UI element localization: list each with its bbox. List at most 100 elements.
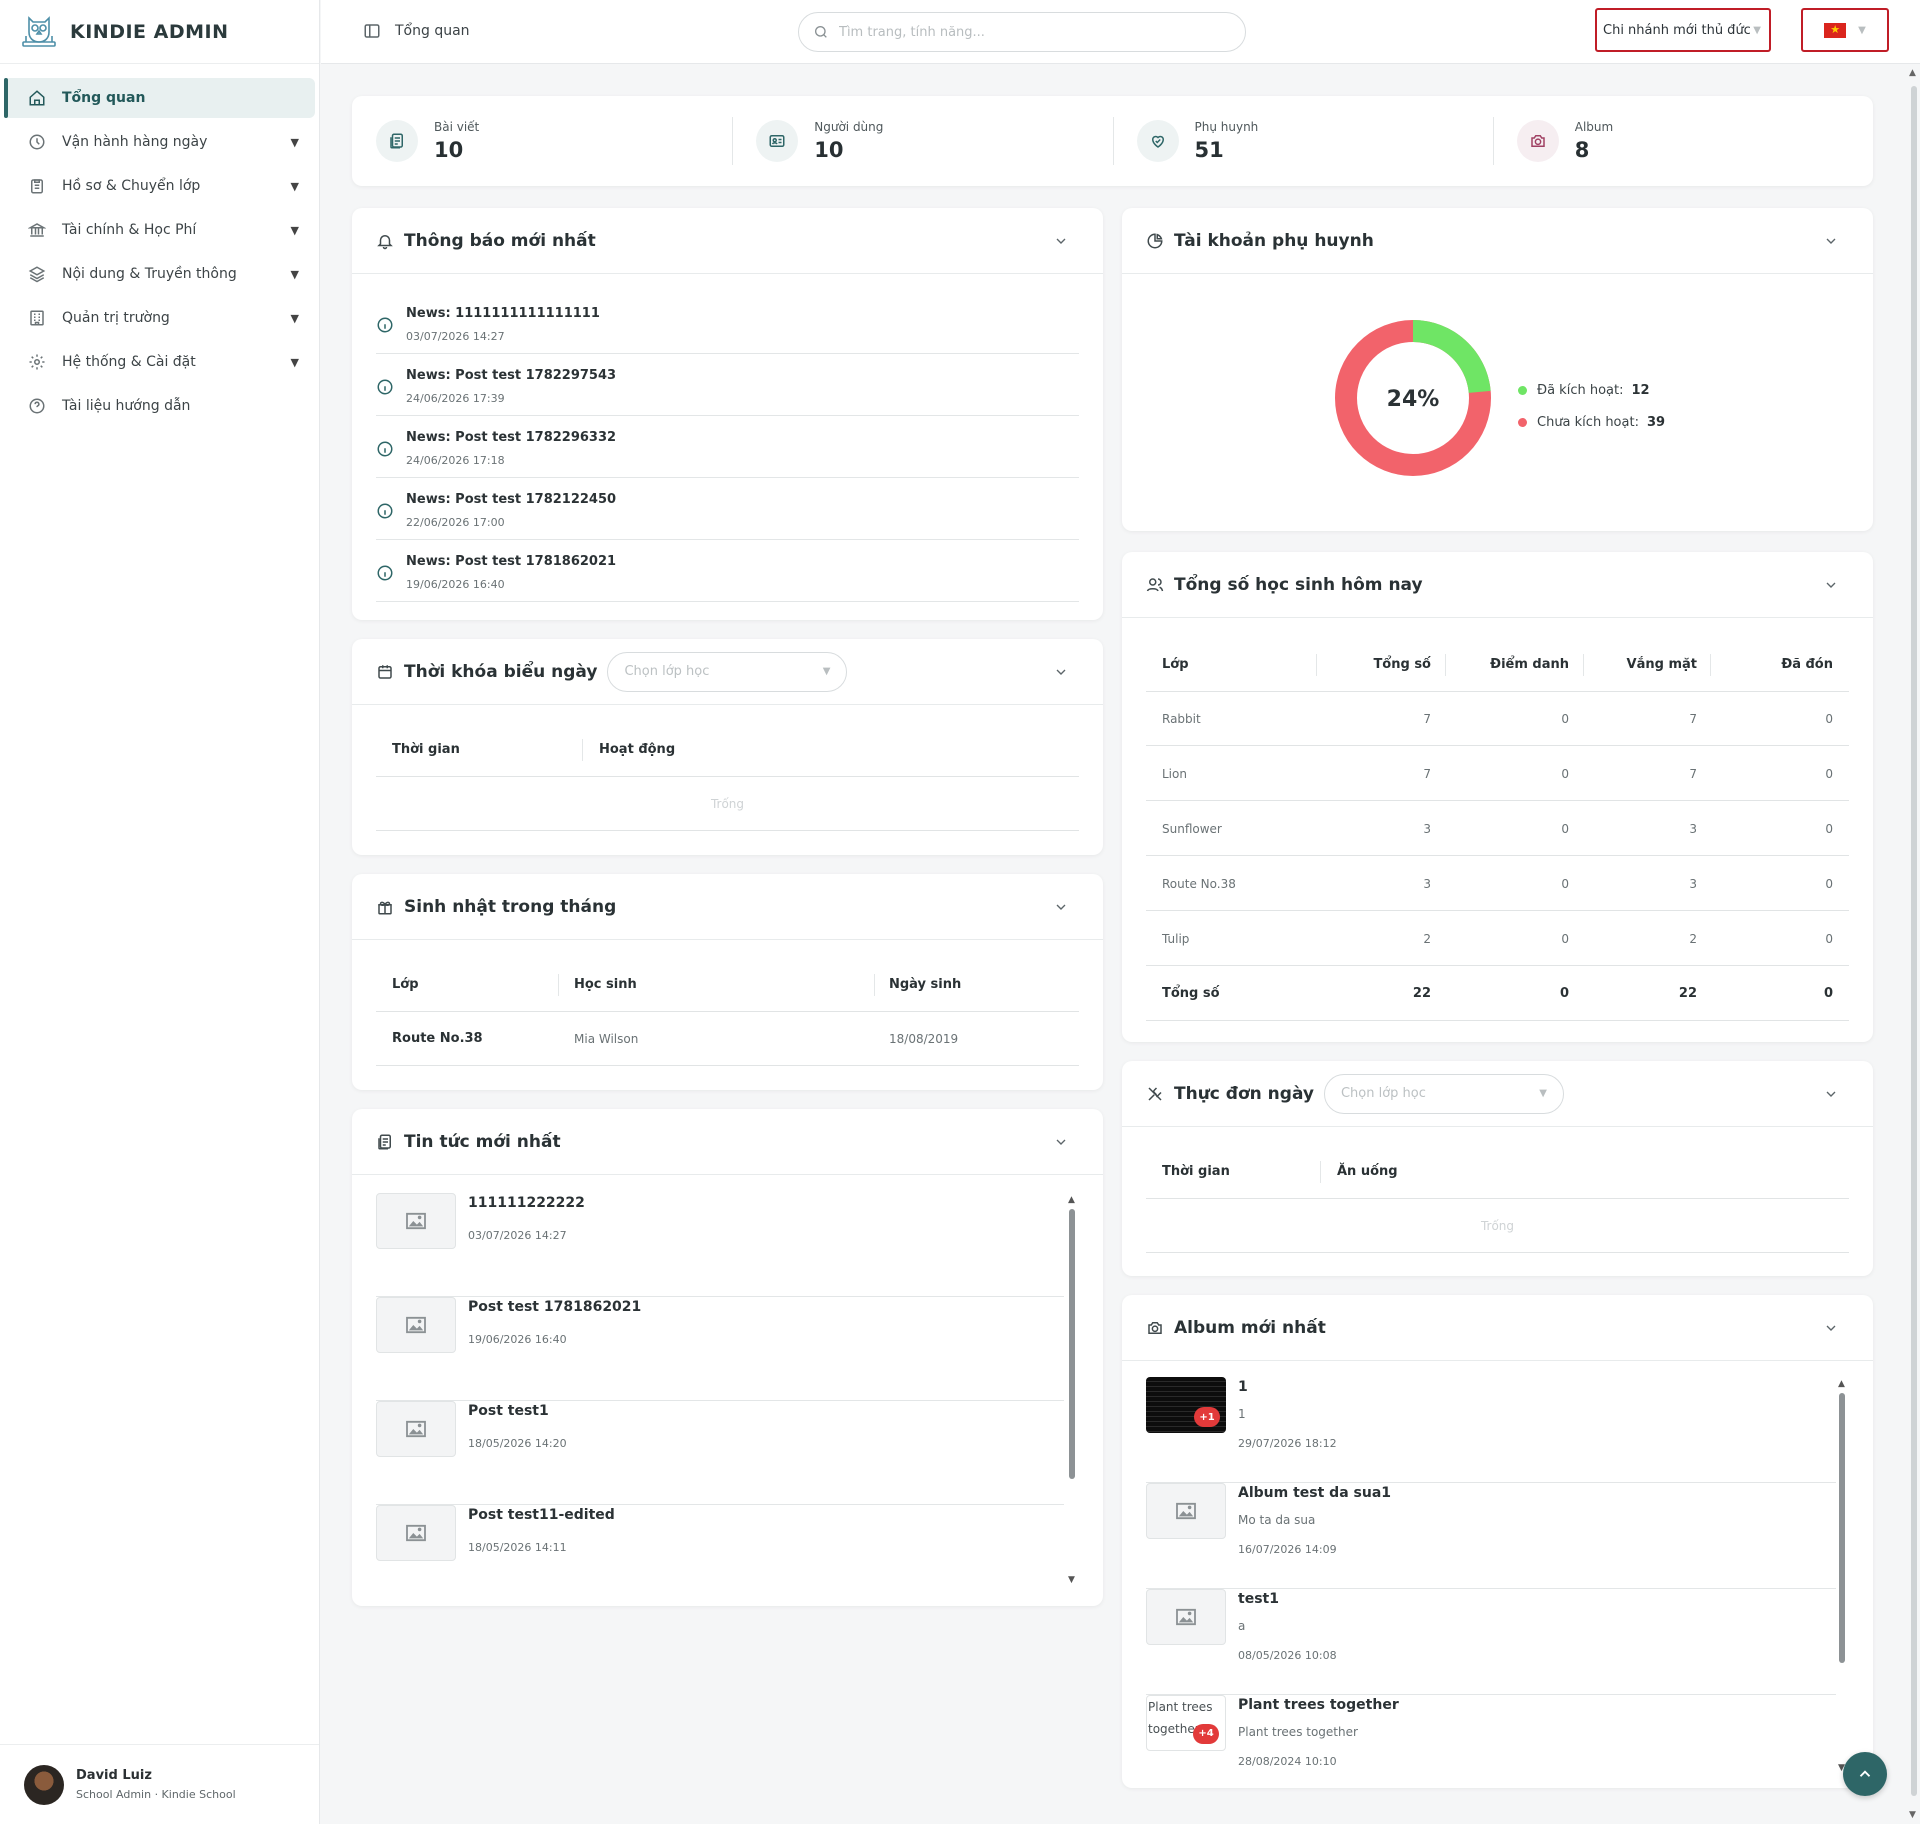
news-item[interactable]: Post test11-edited 18/05/2026 14:11 bbox=[376, 1505, 1064, 1609]
table-row[interactable]: Tulip 2 0 2 0 bbox=[1146, 912, 1849, 966]
stat-label: Bài viết bbox=[434, 120, 480, 134]
absent-cell: 2 bbox=[1689, 932, 1697, 946]
picked-up-cell: 0 bbox=[1825, 932, 1833, 946]
news-title: Post test11-edited bbox=[468, 1507, 615, 1523]
collapse-chevron-icon[interactable] bbox=[1053, 664, 1069, 680]
legend-activated[interactable]: Đã kích hoạt: 12 bbox=[1518, 374, 1665, 406]
stat-value: 51 bbox=[1194, 138, 1224, 162]
notice-item[interactable]: News: Post test 1781862021 19/06/2026 16… bbox=[376, 540, 1079, 602]
collapse-chevron-icon[interactable] bbox=[1053, 233, 1069, 249]
news-date: 19/06/2026 16:40 bbox=[468, 1333, 567, 1346]
sidebar-item-docs[interactable]: Tài liệu hướng dẫn bbox=[4, 386, 315, 426]
news-item[interactable]: 111111222222 03/07/2026 14:27 bbox=[376, 1193, 1064, 1297]
sidebar-item-settings[interactable]: Hệ thống & Cài đặt ▼ bbox=[4, 342, 315, 382]
album-item[interactable]: Plant trees together +4 Plant trees toge… bbox=[1146, 1695, 1836, 1801]
table-row[interactable]: Rabbit 7 0 7 0 bbox=[1146, 692, 1849, 746]
album-description: 1 bbox=[1238, 1407, 1246, 1421]
notice-item[interactable]: News: Post test 1782122450 22/06/2026 17… bbox=[376, 478, 1079, 540]
back-to-top-button[interactable] bbox=[1843, 1752, 1887, 1796]
table-row[interactable]: Lion 7 0 7 0 bbox=[1146, 747, 1849, 801]
language-select[interactable]: ▼ bbox=[1801, 8, 1889, 52]
sidebar-item-content[interactable]: Nội dung & Truyền thông ▼ bbox=[4, 254, 315, 294]
scroll-down-icon[interactable]: ▼ bbox=[1068, 1575, 1075, 1585]
search-box[interactable] bbox=[798, 12, 1246, 52]
collapse-chevron-icon[interactable] bbox=[1823, 1320, 1839, 1336]
utensils-icon bbox=[1146, 1085, 1164, 1103]
image-placeholder-icon bbox=[376, 1505, 456, 1561]
stat-articles[interactable]: Bài viết 10 bbox=[352, 115, 732, 167]
scroll-up-icon[interactable]: ▲ bbox=[1838, 1379, 1845, 1389]
collapse-chevron-icon[interactable] bbox=[1823, 577, 1839, 593]
stat-albums[interactable]: Album 8 bbox=[1492, 115, 1873, 167]
notice-item[interactable]: News: Post test 1782297543 24/06/2026 17… bbox=[376, 354, 1079, 416]
chevron-down-icon: ▼ bbox=[290, 355, 299, 369]
home-icon bbox=[28, 89, 46, 107]
scrollbar-thumb[interactable] bbox=[1069, 1209, 1075, 1479]
notice-item[interactable]: News: 1111111111111111 03/07/2026 14:27 bbox=[376, 292, 1079, 354]
album-item[interactable]: test1 a 08/05/2026 10:08 bbox=[1146, 1589, 1836, 1695]
notice-item[interactable]: News: Post test 1782296332 24/06/2026 17… bbox=[376, 416, 1079, 478]
card-header: Tài khoản phụ huynh bbox=[1122, 208, 1873, 274]
news-item[interactable]: Post test1 18/05/2026 14:20 bbox=[376, 1401, 1064, 1505]
gear-icon bbox=[28, 353, 46, 371]
collapse-chevron-icon[interactable] bbox=[1053, 899, 1069, 915]
page-scrollbar[interactable]: ▲ ▼ bbox=[1908, 64, 1920, 1824]
stats-bar: Bài viết 10 Người dùng 10 Phụ huynh 51 Albu… bbox=[352, 96, 1873, 186]
class-select[interactable]: Chọn lớp học ▼ bbox=[607, 651, 848, 692]
stat-label: Người dùng bbox=[814, 120, 884, 134]
chevron-down-icon: ▼ bbox=[290, 311, 299, 325]
collapse-chevron-icon[interactable] bbox=[1823, 233, 1839, 249]
scroll-down-icon[interactable]: ▼ bbox=[1909, 1810, 1916, 1820]
newspaper-icon bbox=[376, 1133, 394, 1151]
search-input[interactable] bbox=[839, 24, 1199, 40]
column-header: Thời gian bbox=[392, 742, 460, 757]
sidebar-toggle-icon[interactable] bbox=[363, 22, 381, 40]
album-title: 1 bbox=[1238, 1379, 1248, 1395]
attendance-cell: 0 bbox=[1559, 986, 1569, 1001]
sidebar-item-finance[interactable]: Tài chính & Học Phí ▼ bbox=[4, 210, 315, 250]
sidebar-item-daily-operations[interactable]: Vận hành hàng ngày ▼ bbox=[4, 122, 315, 162]
album-item[interactable]: +1 1 1 29/07/2026 18:12 bbox=[1146, 1377, 1836, 1483]
user-profile[interactable]: David Luiz School Admin · Kindie School bbox=[0, 1744, 319, 1824]
picked-up-cell: 0 bbox=[1823, 986, 1833, 1001]
camera-icon bbox=[1146, 1319, 1164, 1337]
image-placeholder-icon bbox=[1146, 1589, 1226, 1645]
sidebar-item-school-admin[interactable]: Quản trị trường ▼ bbox=[4, 298, 315, 338]
news-item[interactable]: Post test 1781862021 19/06/2026 16:40 bbox=[376, 1297, 1064, 1401]
albums-scrollbar[interactable]: ▲ ▼ bbox=[1838, 1379, 1846, 1773]
scrollbar-thumb[interactable] bbox=[1911, 86, 1917, 1796]
total-cell: 2 bbox=[1423, 932, 1431, 946]
card-header: Album mới nhất bbox=[1122, 1295, 1873, 1361]
collapse-chevron-icon[interactable] bbox=[1053, 1134, 1069, 1150]
news-scrollbar[interactable]: ▲ ▼ bbox=[1068, 1195, 1076, 1585]
chevron-down-icon: ▼ bbox=[1753, 24, 1761, 36]
brand[interactable]: KINDIE ADMIN bbox=[0, 0, 319, 64]
album-item[interactable]: Album test da sua1 Mo ta da sua 16/07/20… bbox=[1146, 1483, 1836, 1589]
attendance-cell: 0 bbox=[1561, 932, 1569, 946]
class-select[interactable]: Chọn lớp học ▼ bbox=[1323, 1073, 1564, 1114]
latest-news-card: Tin tức mới nhất 111111222222 03/07/2026… bbox=[352, 1109, 1103, 1606]
stat-value: 8 bbox=[1574, 138, 1590, 162]
scroll-up-icon[interactable]: ▲ bbox=[1909, 68, 1916, 78]
image-placeholder-icon bbox=[376, 1297, 456, 1353]
table-row[interactable]: Sunflower 3 0 3 0 bbox=[1146, 802, 1849, 856]
sidebar-item-overview[interactable]: Tổng quan bbox=[4, 78, 315, 118]
info-icon bbox=[376, 440, 394, 458]
scrollbar-thumb[interactable] bbox=[1839, 1393, 1845, 1663]
scroll-up-icon[interactable]: ▲ bbox=[1068, 1195, 1075, 1205]
stat-users[interactable]: Người dùng 10 bbox=[732, 115, 1112, 167]
absent-cell: 7 bbox=[1689, 712, 1697, 726]
table-row[interactable]: Route No.38 Mia Wilson 18/08/2019 bbox=[376, 1012, 1079, 1066]
legend-inactive[interactable]: Chưa kích hoạt: 39 bbox=[1518, 406, 1665, 438]
stat-parents[interactable]: Phụ huynh 51 bbox=[1112, 115, 1493, 167]
class-cell: Route No.38 bbox=[392, 1031, 483, 1046]
class-cell: Route No.38 bbox=[1162, 877, 1236, 891]
card-header: Thời khóa biểu ngày Chọn lớp học ▼ bbox=[352, 639, 1103, 705]
branch-select[interactable]: Chi nhánh mới thủ đức ▼ bbox=[1595, 8, 1771, 52]
info-icon bbox=[376, 316, 394, 334]
collapse-chevron-icon[interactable] bbox=[1823, 1086, 1839, 1102]
sidebar-item-records[interactable]: Hồ sơ & Chuyển lớp ▼ bbox=[4, 166, 315, 206]
picked-up-cell: 0 bbox=[1825, 877, 1833, 891]
table-row[interactable]: Route No.38 3 0 3 0 bbox=[1146, 857, 1849, 911]
clipboard-icon bbox=[28, 177, 46, 195]
